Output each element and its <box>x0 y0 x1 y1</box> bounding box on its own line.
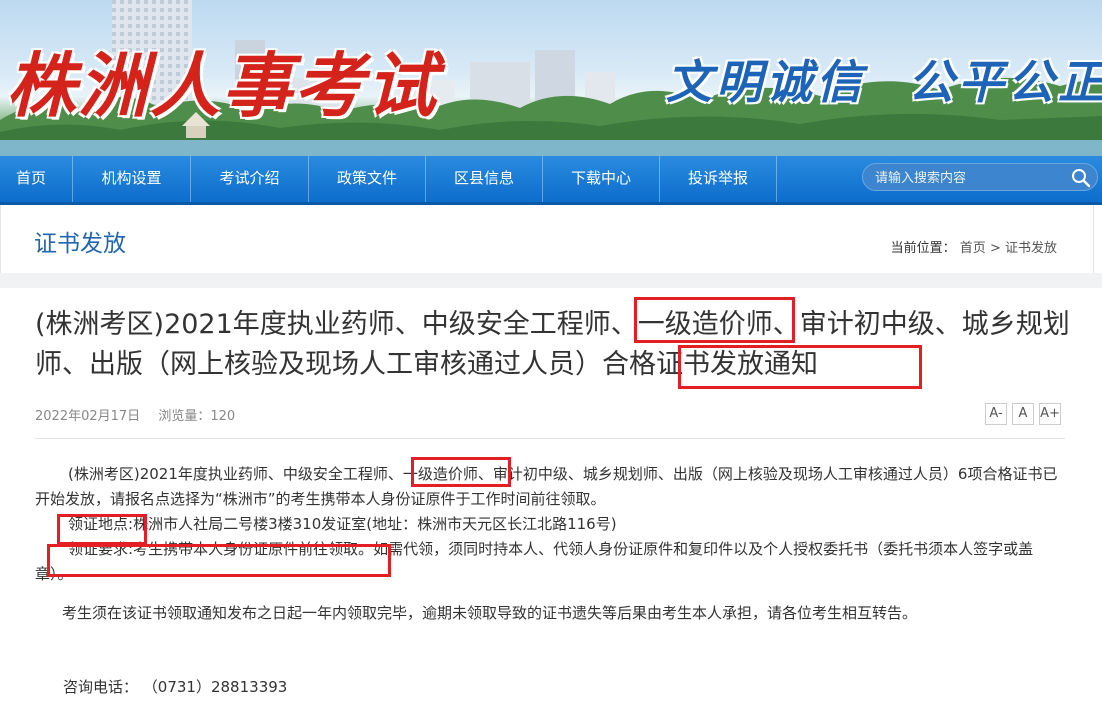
breadcrumb-separator: > <box>989 241 1001 256</box>
nav-item-exam-intro[interactable]: 考试介绍 <box>191 156 308 202</box>
site-title: 株洲人事考试 <box>6 44 438 127</box>
annotation-box <box>47 544 391 577</box>
search-box <box>862 163 1098 191</box>
annotation-box <box>411 457 511 487</box>
breadcrumb: 当前位置： 首页 > 证书发放 <box>891 237 1057 256</box>
paragraph-deadline: 考生须在该证书领取通知发布之日起一年内领取完毕，逾期未领取导致的证书遗失等后果由… <box>62 604 918 622</box>
page-title: 证书发放 <box>34 231 126 257</box>
slogan-fairness: 公平公正 <box>908 55 1102 109</box>
breadcrumb-label: 当前位置： <box>890 241 956 256</box>
article-meta: 2022年02月17日 浏览量：120 <box>35 405 249 424</box>
annotation-box <box>634 297 795 343</box>
contact-info: 咨询电话： （0731）28813393 <box>63 676 287 697</box>
paragraph-location: 领证地点:株洲市人社局二号楼3楼310发证室(地址：株洲市天元区长江北路116号… <box>68 515 617 533</box>
nav-item-district-info[interactable]: 区县信息 <box>426 156 542 202</box>
slogan-integrity: 文明诚信 <box>666 55 866 109</box>
nav-item-home[interactable]: 首页 <box>0 156 62 202</box>
page-header: 证书发放 当前位置： 首页 > 证书发放 <box>0 205 1102 273</box>
nav-separator <box>776 156 777 202</box>
nav-item-downloads[interactable]: 下载中心 <box>543 156 659 202</box>
meta-divider <box>35 438 1065 439</box>
breadcrumb-current-link[interactable]: 证书发放 <box>1005 241 1057 256</box>
publish-date: 2022年02月17日 <box>35 409 141 424</box>
search-input[interactable] <box>873 167 1067 189</box>
header-banner: 株洲人事考试 文明诚信 公平公正 <box>0 0 1102 156</box>
section-divider <box>0 273 1102 288</box>
font-decrease-button[interactable]: A- <box>985 403 1007 425</box>
search-icon[interactable] <box>1071 168 1091 188</box>
nav-item-policy-docs[interactable]: 政策文件 <box>309 156 425 202</box>
annotation-box <box>678 345 922 389</box>
font-reset-button[interactable]: A <box>1012 403 1034 425</box>
contact-phone: （0731）28813393 <box>142 678 288 696</box>
paragraph-announcement: (株洲考区)2021年度执业药师、中级安全工程师、一级造价师、审计初中级、城乡规… <box>35 465 1058 508</box>
contact-label: 咨询电话： <box>63 678 139 696</box>
view-count: 浏览量：120 <box>158 409 236 424</box>
font-increase-button[interactable]: A+ <box>1039 403 1061 425</box>
breadcrumb-home-link[interactable]: 首页 <box>960 241 986 256</box>
nav-item-organization[interactable]: 机构设置 <box>73 156 190 202</box>
annotation-box <box>57 514 147 545</box>
nav-item-complaints[interactable]: 投诉举报 <box>660 156 776 202</box>
